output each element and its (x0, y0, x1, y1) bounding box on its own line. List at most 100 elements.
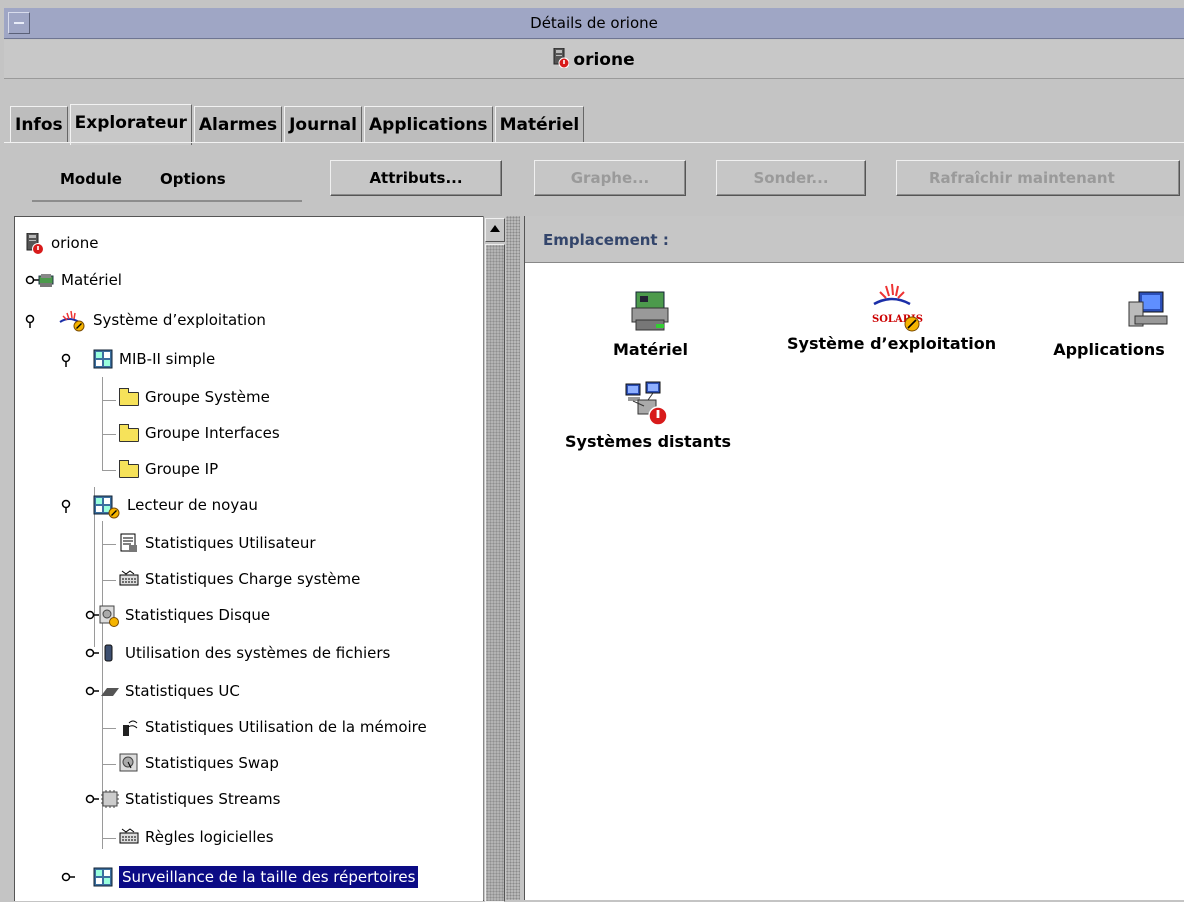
folder-icon (119, 424, 139, 442)
expand-toggle-icon[interactable] (85, 789, 119, 809)
item-systeme-exploitation[interactable]: SOLARIS Système d’exploitation (787, 282, 996, 353)
module-icon (93, 349, 113, 369)
module-menubar: Module Options (32, 160, 302, 202)
tree-connector (102, 580, 116, 581)
tree-item-label: Surveillance de la taille des répertoire… (119, 866, 419, 888)
tree-item-surveillance-repertoires[interactable]: Surveillance de la taille des répertoire… (61, 861, 419, 893)
tree-item-label: Groupe Interfaces (145, 424, 280, 442)
tree-item-stats-disque[interactable]: Statistiques Disque (85, 599, 270, 631)
tree-item-label: Groupe IP (145, 460, 219, 478)
collapse-toggle-icon[interactable] (61, 495, 87, 515)
item-systemes-distants[interactable]: Systèmes distants (565, 380, 731, 451)
module-icon (93, 867, 113, 887)
scroll-thumb[interactable] (485, 244, 505, 902)
tab-materiel[interactable]: Matériel (494, 106, 585, 143)
host-alarm-icon (25, 232, 45, 255)
expand-toggle-icon[interactable] (85, 605, 119, 627)
tree-item-stats-swap[interactable]: Statistiques Swap (119, 747, 279, 779)
tree-connector (102, 728, 116, 729)
rules-icon (119, 827, 139, 847)
expand-toggle-icon[interactable] (85, 681, 119, 701)
options-menu[interactable]: Options (160, 170, 226, 188)
window-title: Détails de orione (530, 14, 658, 32)
tree-item-label: Matériel (61, 271, 122, 289)
tree-item-label: Statistiques UC (125, 682, 240, 700)
tree-item-label: Statistiques Disque (125, 606, 271, 624)
tree-item-label: Statistiques Streams (125, 790, 281, 808)
tree-item-groupe-systeme[interactable]: Groupe Système (119, 381, 270, 413)
tab-strip: Infos Explorateur Alarmes Journal Applic… (10, 104, 586, 145)
tree-item-stats-uc[interactable]: Statistiques UC (85, 675, 240, 707)
host-alarm-icon (553, 47, 570, 69)
collapse-toggle-icon[interactable] (61, 349, 87, 369)
refresh-now-button[interactable]: Rafraîchir maintenant (896, 160, 1180, 196)
content-panel: Emplacement : Matériel SOLARIS Système d… (524, 216, 1184, 900)
tree-item-groupe-interfaces[interactable]: Groupe Interfaces (119, 417, 280, 449)
load-icon (119, 569, 139, 589)
tab-infos[interactable]: Infos (10, 106, 68, 143)
tab-journal[interactable]: Journal (284, 106, 362, 143)
tree-item-filesystems[interactable]: Utilisation des systèmes de fichiers (85, 637, 390, 669)
folder-icon (119, 460, 139, 478)
tree-item-label: Groupe Système (145, 388, 270, 406)
tree-connector (102, 470, 116, 471)
memory-icon (119, 717, 139, 737)
hardware-icon (626, 288, 674, 336)
collapse-toggle-icon[interactable] (25, 310, 51, 330)
probe-button[interactable]: Sonder... (716, 160, 866, 196)
tree-item-stats-memoire[interactable]: Statistiques Utilisation de la mémoire (119, 711, 427, 743)
tab-applications[interactable]: Applications (364, 106, 493, 143)
location-label: Emplacement : (543, 231, 669, 249)
tree-item-label: Statistiques Utilisation de la mémoire (145, 718, 427, 736)
tab-alarmes[interactable]: Alarmes (193, 106, 283, 143)
tab-divider (4, 142, 1184, 143)
graph-button[interactable]: Graphe... (534, 160, 686, 196)
scroll-up-arrow-icon[interactable] (485, 218, 505, 242)
os-icon (57, 310, 87, 332)
host-name: orione (573, 50, 635, 70)
tree-item-os[interactable]: Système d’exploitation (25, 304, 266, 336)
tree-item-groupe-ip[interactable]: Groupe IP (119, 453, 218, 485)
title-bar: Détails de orione (4, 8, 1184, 39)
tree-connector (102, 377, 103, 471)
tree-item-regles[interactable]: Règles logicielles (119, 821, 274, 853)
item-applications[interactable]: Applications (1045, 288, 1173, 359)
tree-scrollbar[interactable] (483, 216, 506, 902)
user-stats-icon (119, 533, 139, 553)
module-menu[interactable]: Module (60, 170, 122, 188)
tab-explorateur[interactable]: Explorateur (69, 104, 192, 145)
solaris-icon: SOLARIS (860, 282, 924, 332)
module-warning-icon (93, 495, 121, 519)
tree-item-label: Lecteur de noyau (127, 496, 258, 514)
item-label: Systèmes distants (565, 432, 732, 451)
tree-connector (102, 838, 116, 839)
expand-toggle-icon[interactable] (85, 643, 119, 663)
swap-icon (119, 753, 139, 773)
tree-item-label: MIB-II simple (119, 350, 216, 368)
panel-splitter[interactable] (506, 216, 520, 900)
tree-item-stats-streams[interactable]: Statistiques Streams (85, 783, 280, 815)
location-bar: Emplacement : (525, 216, 1184, 263)
expand-toggle-icon[interactable] (25, 270, 55, 290)
item-label: Applications (1053, 340, 1165, 359)
tree-item-stats-charge[interactable]: Statistiques Charge système (119, 563, 360, 595)
item-label: Matériel (613, 340, 688, 359)
browser-tree[interactable]: orione Matériel Système d’exploitation M… (14, 216, 484, 901)
tree-item-label: Système d’exploitation (93, 311, 266, 329)
tree-item-mib2[interactable]: MIB-II simple (61, 343, 215, 375)
tree-item-stats-utilisateur[interactable]: Statistiques Utilisateur (119, 527, 316, 559)
tree-connector (102, 544, 116, 545)
folder-icon (119, 388, 139, 406)
expand-toggle-icon[interactable] (61, 867, 87, 887)
tree-connector (102, 434, 116, 435)
item-label: Système d’exploitation (787, 334, 997, 353)
item-materiel[interactable]: Matériel (613, 288, 688, 359)
tree-item-label: Statistiques Swap (145, 754, 279, 772)
tree-item-orione[interactable]: orione (25, 227, 98, 259)
tree-item-materiel[interactable]: Matériel (25, 264, 122, 296)
tree-item-lecteur-noyau[interactable]: Lecteur de noyau (61, 489, 258, 521)
tree-connector (102, 764, 116, 765)
tree-item-label: Utilisation des systèmes de fichiers (125, 644, 391, 662)
attributes-button[interactable]: Attributs... (330, 160, 502, 196)
tree-item-label: Statistiques Charge système (145, 570, 361, 588)
